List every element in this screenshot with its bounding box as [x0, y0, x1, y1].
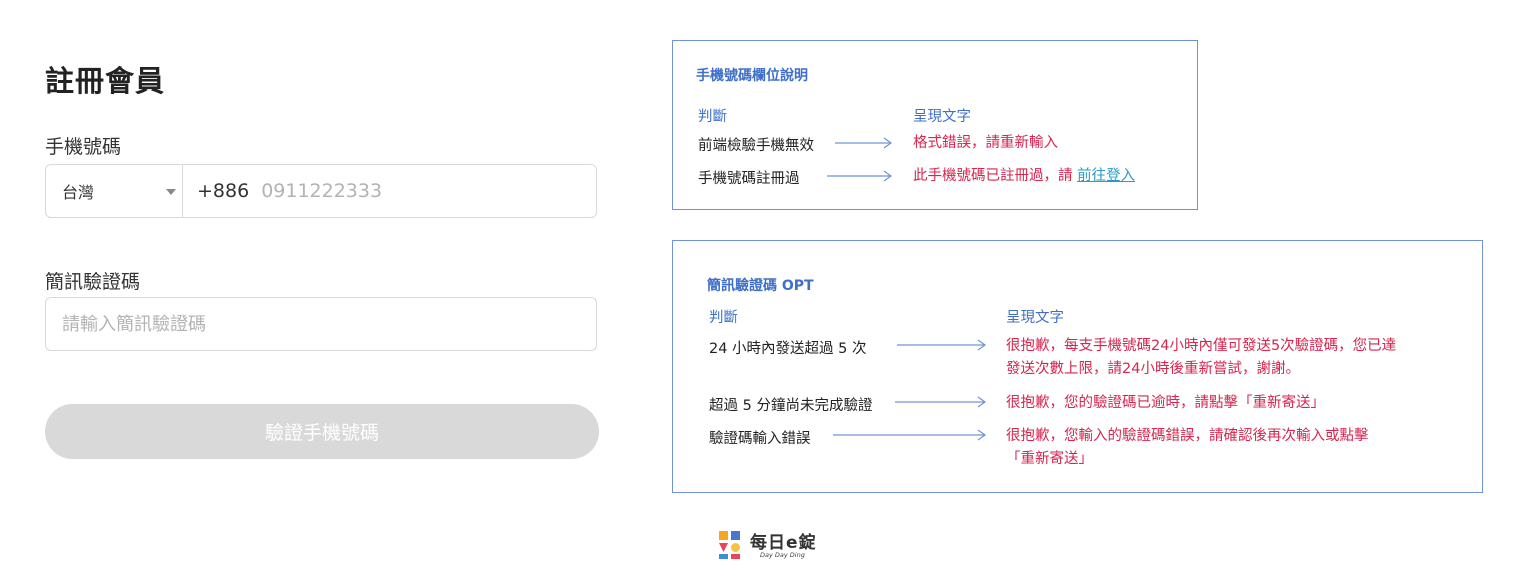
- arrow-right-icon: [897, 339, 987, 351]
- phone-notes-result: 此手機號碼已註冊過，請 前往登入: [913, 165, 1135, 188]
- sms-notes-result-line: 發送次數上限，請24小時後重新嘗試，謝謝。: [1006, 361, 1300, 377]
- country-select-value: 台灣: [62, 183, 95, 202]
- sms-notes-condition: 24 小時內發送超過 5 次: [709, 341, 867, 357]
- phone-notes-text-header: 呈現文字: [913, 109, 971, 125]
- sms-notes-result-line: 「重新寄送」: [1006, 451, 1093, 467]
- sms-notes-text-header: 呈現文字: [1006, 310, 1064, 326]
- sms-notes-box: 簡訊驗證碼 OPT 判斷 呈現文字 24 小時內發送超過 5 次 很抱歉，每支手…: [672, 240, 1483, 493]
- arrow-right-icon: [835, 137, 893, 149]
- phone-notes-condition: 手機號碼註冊過: [698, 171, 800, 187]
- logo-tagline: Day Day Ding: [760, 551, 805, 559]
- caret-down-icon: [166, 189, 176, 195]
- arrow-right-icon: [895, 396, 987, 408]
- sms-notes-result: 很抱歉，每支手機號碼24小時內僅可發送5次驗證碼，您已達 發送次數上限，請24小…: [1006, 335, 1396, 381]
- sms-code-label: 簡訊驗證碼: [45, 271, 141, 293]
- dial-code: +886: [197, 180, 250, 202]
- sms-notes-condition-header: 判斷: [709, 310, 738, 326]
- phone-notes-result-text: 此手機號碼已註冊過，請: [913, 168, 1078, 184]
- phone-notes-title: 手機號碼欄位說明: [696, 68, 808, 84]
- sms-notes-result: 很抱歉，您輸入的驗證碼錯誤，請確認後再次輸入或點擊 「重新寄送」: [1006, 425, 1369, 471]
- logo-name: 每日e錠: [750, 533, 817, 553]
- phone-notes-box: 手機號碼欄位說明 判斷 呈現文字 前端檢驗手機無效 格式錯誤，請重新輸入 手機號…: [672, 40, 1198, 210]
- sms-notes-result-line: 很抱歉，每支手機號碼24小時內僅可發送5次驗證碼，您已達: [1006, 338, 1397, 354]
- country-select[interactable]: 台灣: [46, 165, 183, 217]
- phone-field-group: 台灣 +886: [45, 164, 597, 218]
- logo-mark-icon: [719, 531, 740, 559]
- sms-notes-result-line: 很抱歉，您輸入的驗證碼錯誤，請確認後再次輸入或點擊: [1006, 428, 1369, 444]
- sms-notes-condition: 驗證碼輸入錯誤: [709, 431, 811, 447]
- sms-notes-result-line: 很抱歉，您的驗證碼已逾時，請點擊「重新寄送」: [1006, 395, 1325, 411]
- page-title: 註冊會員: [45, 64, 166, 98]
- phone-notes-condition-header: 判斷: [698, 109, 727, 125]
- arrow-right-icon: [833, 429, 987, 441]
- phone-label: 手機號碼: [45, 136, 122, 158]
- phone-notes-condition: 前端檢驗手機無效: [698, 138, 814, 154]
- sms-notes-title: 簡訊驗證碼 OPT: [707, 278, 814, 294]
- sms-code-input[interactable]: [45, 297, 597, 351]
- phone-notes-result: 格式錯誤，請重新輸入: [913, 135, 1058, 151]
- verify-phone-button[interactable]: 驗證手機號碼: [45, 404, 599, 459]
- login-link[interactable]: 前往登入: [1077, 168, 1135, 184]
- brand-logo: 每日e錠 Day Day Ding: [718, 528, 828, 562]
- arrow-right-icon: [827, 170, 893, 182]
- sms-notes-result: 很抱歉，您的驗證碼已逾時，請點擊「重新寄送」: [1006, 392, 1325, 415]
- phone-input[interactable]: [259, 179, 584, 203]
- sms-notes-condition: 超過 5 分鐘尚未完成驗證: [709, 398, 873, 414]
